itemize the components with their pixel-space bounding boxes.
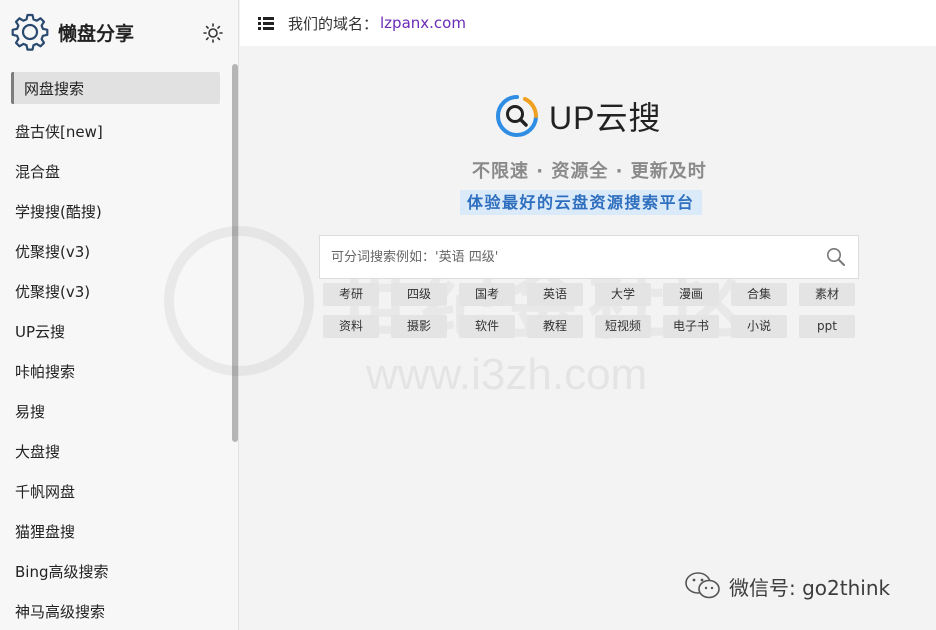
sidebar-item-youjusou-2[interactable]: 优聚搜(v3)	[0, 272, 232, 312]
tag-ziliao[interactable]: 资料	[323, 315, 379, 338]
brand[interactable]: 懒盘分享	[10, 12, 134, 52]
tag-yingyu[interactable]: 英语	[527, 283, 583, 306]
sidebar-item-pangu[interactable]: 盘古侠[new]	[0, 112, 232, 152]
domain-label: 我们的域名：	[288, 14, 379, 33]
sidebar-item-youjusou-1[interactable]: 优聚搜(v3)	[0, 232, 232, 272]
magnifier-logo-icon	[496, 95, 538, 137]
sidebar-item-bing[interactable]: Bing高级搜索	[0, 552, 232, 592]
sun-icon[interactable]	[203, 23, 223, 43]
sidebar-item-kapa[interactable]: 咔帕搜索	[0, 352, 232, 392]
search-box	[319, 235, 859, 279]
sidebar-item-active[interactable]: 网盘搜索	[11, 72, 220, 104]
wechat-icon	[685, 572, 720, 599]
wechat-id-text: 微信号: go2think	[729, 575, 891, 600]
brand-title: 懒盘分享	[58, 22, 135, 45]
sidebar-item-hunhepan[interactable]: 混合盘	[0, 152, 232, 192]
sidebar-item-yisou[interactable]: 易搜	[0, 392, 232, 432]
domain-link[interactable]: lzpanx.com	[380, 14, 466, 32]
tag-sheying[interactable]: 摄影	[391, 315, 447, 338]
tagline: 不限速 · 资源全 · 更新及时	[472, 161, 707, 182]
magnifier-icon	[827, 248, 845, 266]
tag-dianzishu[interactable]: 电子书	[663, 315, 719, 338]
tag-ruanjian[interactable]: 软件	[459, 315, 515, 338]
tag-heji[interactable]: 合集	[731, 283, 787, 306]
scrollbar-thumb[interactable]	[232, 64, 238, 442]
tag-daxue[interactable]: 大学	[595, 283, 651, 306]
sidebar-scrollbar[interactable]	[231, 64, 239, 630]
tag-manhua[interactable]: 漫画	[663, 283, 719, 306]
tag-guokao[interactable]: 国考	[459, 283, 515, 306]
logo-text: UP云搜	[549, 100, 662, 136]
sidebar-item-xuesousou[interactable]: 学搜搜(酷搜)	[0, 192, 232, 232]
sidebar-item-dapansou[interactable]: 大盘搜	[0, 432, 232, 472]
tag-xiaoshuo[interactable]: 小说	[731, 315, 787, 338]
tag-sucai[interactable]: 素材	[799, 283, 855, 306]
tag-jiaocheng[interactable]: 教程	[527, 315, 583, 338]
sidebar-item-shenma[interactable]: 神马高级搜索	[0, 592, 232, 630]
search-input[interactable]	[320, 236, 814, 278]
slogan: 体验最好的云盘资源搜索平台	[460, 190, 702, 215]
list-icon[interactable]	[258, 16, 274, 30]
tag-duanshipin[interactable]: 短视频	[595, 315, 651, 338]
tag-list: 考研 四级 国考 英语 大学 漫画 合集 素材 资料 摄影 软件 教程 短视频 …	[323, 283, 863, 338]
sidebar-item-upyunsou[interactable]: UP云搜	[0, 312, 232, 352]
sidebar-nav-list: 盘古侠[new] 混合盘 学搜搜(酷搜) 优聚搜(v3) 优聚搜(v3) UP云…	[0, 112, 232, 630]
sidebar-item-qianfan[interactable]: 千帆网盘	[0, 472, 232, 512]
up-yunsou-logo: UP云搜	[495, 94, 661, 138]
gear-icon	[11, 13, 49, 51]
tag-siji[interactable]: 四级	[391, 283, 447, 306]
tag-ppt[interactable]: ppt	[799, 315, 855, 338]
tag-kaoyan[interactable]: 考研	[323, 283, 379, 306]
sidebar: 懒盘分享 网盘搜索 盘古侠[new] 混合盘 学搜搜(酷搜) 优聚搜(v3) 优…	[0, 0, 239, 630]
sidebar-item-maoli[interactable]: 猫狸盘搜	[0, 512, 232, 552]
top-header: 我们的域名： lzpanx.com	[240, 0, 936, 46]
search-button[interactable]	[814, 236, 858, 278]
wechat-mark: 微信号: go2think	[683, 570, 890, 602]
